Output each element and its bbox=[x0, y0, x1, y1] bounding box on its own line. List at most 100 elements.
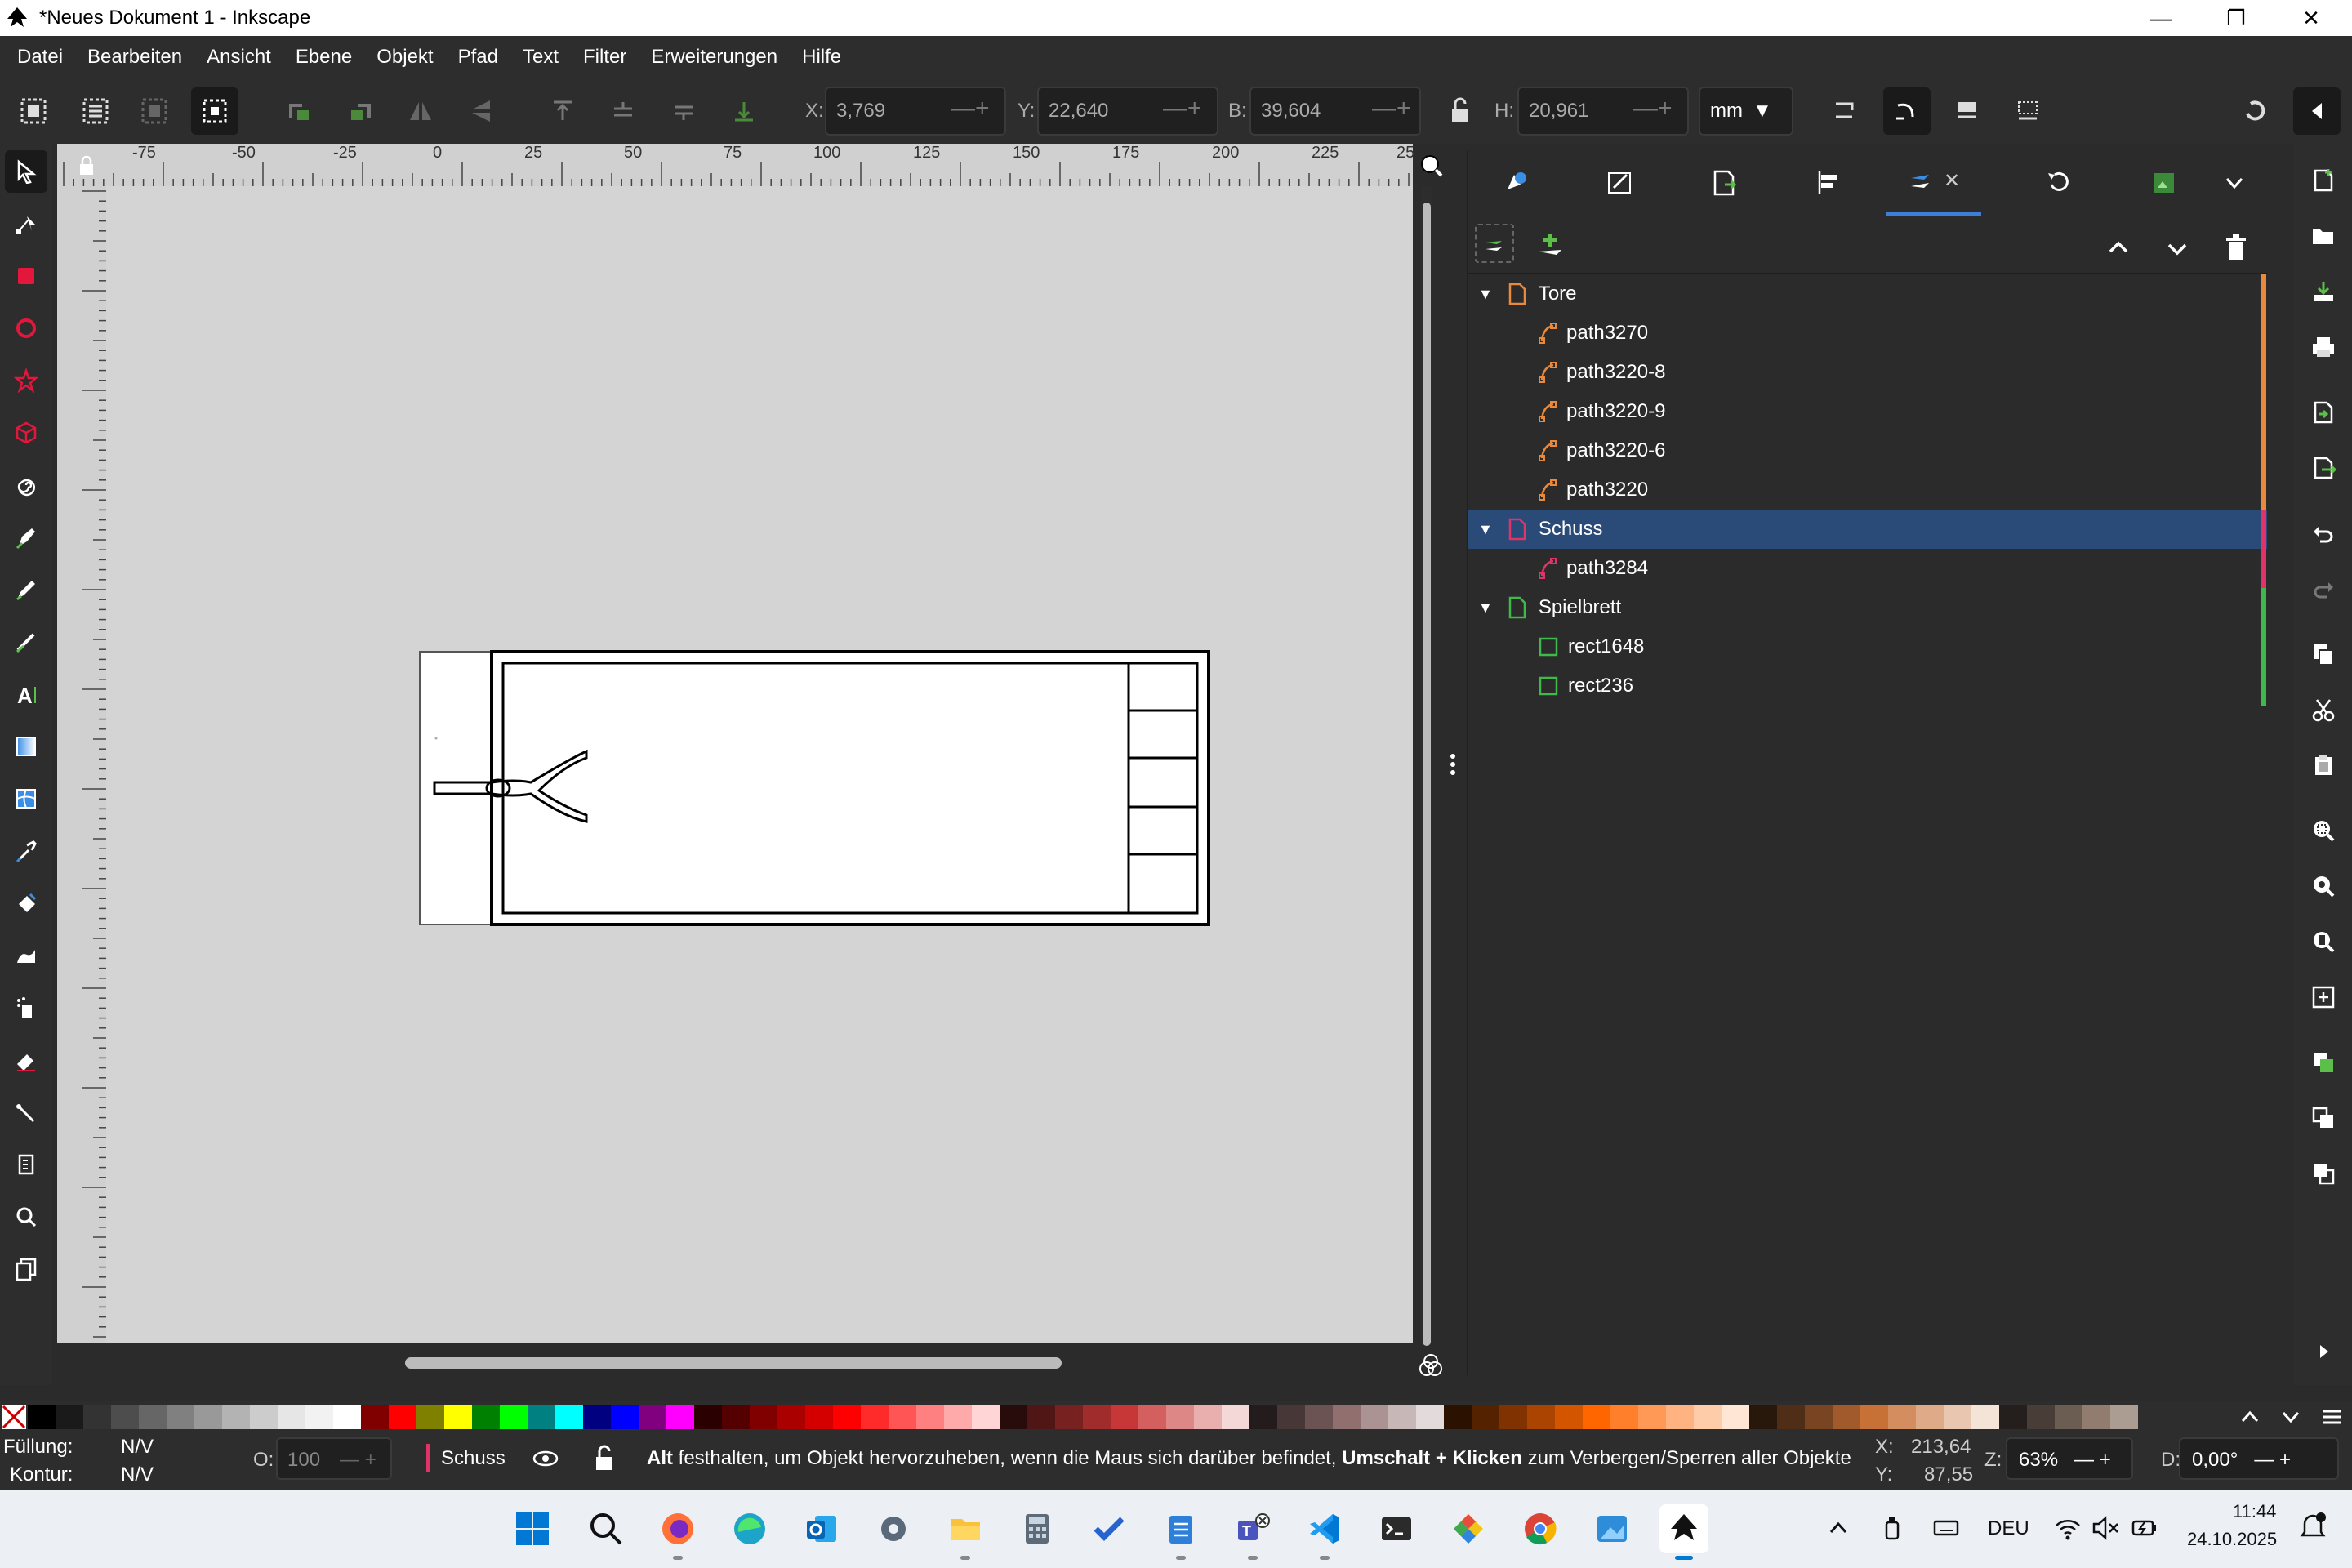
stroke-value[interactable]: N/V bbox=[121, 1463, 154, 1486]
teams-icon[interactable]: T bbox=[1228, 1504, 1277, 1560]
color-swatch[interactable] bbox=[139, 1405, 167, 1429]
fill-value[interactable]: N/V bbox=[121, 1436, 154, 1459]
color-swatch[interactable] bbox=[1860, 1405, 1888, 1429]
zoom-center-page-icon[interactable] bbox=[2305, 978, 2342, 1016]
color-swatch[interactable] bbox=[1194, 1405, 1222, 1429]
calculator-icon[interactable] bbox=[1013, 1504, 1062, 1553]
color-swatch[interactable] bbox=[1250, 1405, 1277, 1429]
horizontal-ruler[interactable]: -75 -50 -25 0 25 50 75 100 125 150 175 2… bbox=[57, 144, 1414, 186]
usb-icon[interactable] bbox=[1880, 1514, 1904, 1542]
color-swatch[interactable] bbox=[1138, 1405, 1166, 1429]
maximize-button[interactable]: ❐ bbox=[2198, 0, 2274, 36]
notepad-icon[interactable] bbox=[1156, 1504, 1205, 1560]
tab-undo-history[interactable] bbox=[2012, 150, 2107, 216]
notifications-icon[interactable] bbox=[2296, 1509, 2329, 1544]
open-icon[interactable] bbox=[2305, 217, 2342, 255]
horizontal-scrollbar[interactable] bbox=[405, 1357, 1062, 1369]
color-swatch[interactable] bbox=[666, 1405, 694, 1429]
menu-datei[interactable]: Datei bbox=[5, 46, 75, 69]
x-stepper[interactable]: —+ bbox=[951, 95, 990, 122]
tab-align[interactable] bbox=[1782, 150, 1877, 216]
color-swatch[interactable] bbox=[1722, 1405, 1749, 1429]
no-paint-swatch[interactable] bbox=[2, 1405, 26, 1429]
layer-row-spielbrett[interactable]: ▼ Spielbrett bbox=[1468, 588, 2267, 627]
layer-toggle-icon[interactable] bbox=[1475, 224, 1514, 263]
guide-lock-icon[interactable] bbox=[78, 155, 95, 176]
color-swatch[interactable] bbox=[833, 1405, 861, 1429]
color-swatch[interactable] bbox=[1638, 1405, 1666, 1429]
color-swatch[interactable] bbox=[361, 1405, 389, 1429]
dropper-tool-icon[interactable] bbox=[5, 830, 47, 872]
move-patterns-icon[interactable] bbox=[2004, 87, 2051, 135]
color-swatch[interactable] bbox=[916, 1405, 944, 1429]
new-document-icon[interactable] bbox=[2305, 162, 2342, 199]
search-icon[interactable] bbox=[581, 1504, 630, 1553]
file-explorer-icon[interactable] bbox=[941, 1504, 990, 1560]
color-swatch[interactable] bbox=[1777, 1405, 1805, 1429]
keyboard-icon[interactable] bbox=[1932, 1514, 1960, 1542]
expand-arrow-icon[interactable]: ▼ bbox=[1478, 521, 1493, 538]
color-swatch[interactable] bbox=[1083, 1405, 1111, 1429]
color-swatch[interactable] bbox=[1361, 1405, 1388, 1429]
calligraphy-tool-icon[interactable] bbox=[5, 621, 47, 663]
show-hidden-icons-icon[interactable] bbox=[1826, 1516, 1851, 1540]
drawing-canvas[interactable] bbox=[106, 186, 1413, 1343]
close-tab-icon[interactable]: ✕ bbox=[1944, 169, 1960, 193]
duplicate-icon[interactable] bbox=[2305, 1044, 2342, 1081]
object-row[interactable]: rect1648 bbox=[1468, 627, 2267, 666]
gradient-tool-icon[interactable] bbox=[5, 725, 47, 768]
color-swatch[interactable] bbox=[472, 1405, 500, 1429]
color-swatch[interactable] bbox=[1916, 1405, 1944, 1429]
vertical-ruler[interactable] bbox=[57, 186, 106, 1343]
palette-scroll-down-icon[interactable] bbox=[2278, 1405, 2303, 1429]
color-swatch[interactable] bbox=[1388, 1405, 1416, 1429]
connector-tool-icon[interactable] bbox=[5, 1091, 47, 1134]
inkscape-taskbar-icon[interactable] bbox=[1659, 1504, 1708, 1560]
color-swatch[interactable] bbox=[1583, 1405, 1610, 1429]
select-all-layers-icon[interactable] bbox=[72, 87, 119, 135]
unlink-clone-icon[interactable] bbox=[2305, 1155, 2342, 1192]
raise-icon[interactable] bbox=[599, 87, 647, 135]
save-icon[interactable] bbox=[2305, 273, 2342, 310]
raise-to-top-icon[interactable] bbox=[539, 87, 586, 135]
wifi-icon[interactable] bbox=[2053, 1514, 2082, 1542]
color-swatch[interactable] bbox=[722, 1405, 750, 1429]
zoom-page-icon[interactable] bbox=[2305, 923, 2342, 960]
color-swatch[interactable] bbox=[389, 1405, 416, 1429]
pen-tool-icon[interactable] bbox=[5, 516, 47, 559]
more-commands-icon[interactable] bbox=[2305, 1333, 2342, 1370]
tab-document-properties[interactable] bbox=[1677, 150, 1772, 216]
panel-tabs-overflow[interactable] bbox=[2203, 150, 2265, 216]
color-swatch[interactable] bbox=[1971, 1405, 1999, 1429]
color-swatch[interactable] bbox=[889, 1405, 916, 1429]
color-swatch[interactable] bbox=[1888, 1405, 1916, 1429]
object-row[interactable]: path3270 bbox=[1468, 314, 2267, 353]
object-row[interactable]: rect236 bbox=[1468, 666, 2267, 706]
color-swatch[interactable] bbox=[1444, 1405, 1472, 1429]
color-swatch[interactable] bbox=[1694, 1405, 1722, 1429]
text-tool-icon[interactable]: A bbox=[5, 673, 47, 715]
color-swatch[interactable] bbox=[305, 1405, 333, 1429]
color-swatch[interactable] bbox=[861, 1405, 889, 1429]
color-swatch[interactable] bbox=[528, 1405, 555, 1429]
color-swatch[interactable] bbox=[28, 1405, 56, 1429]
object-row[interactable]: path3220 bbox=[1468, 470, 2267, 510]
tweak-tool-icon[interactable] bbox=[5, 934, 47, 977]
color-swatch[interactable] bbox=[444, 1405, 472, 1429]
menu-ansicht[interactable]: Ansicht bbox=[194, 46, 283, 69]
color-swatch[interactable] bbox=[1333, 1405, 1361, 1429]
color-swatch[interactable] bbox=[250, 1405, 278, 1429]
export-icon[interactable] bbox=[2305, 449, 2342, 487]
move-layer-down-icon[interactable] bbox=[2161, 232, 2194, 265]
color-swatch[interactable] bbox=[1944, 1405, 1971, 1429]
panel-resize-handle[interactable] bbox=[1449, 750, 1457, 779]
add-layer-icon[interactable] bbox=[1534, 229, 1566, 261]
zoom-tool-icon[interactable] bbox=[5, 1196, 47, 1238]
color-swatch[interactable] bbox=[972, 1405, 1000, 1429]
y-stepper[interactable]: —+ bbox=[1163, 95, 1202, 122]
close-button[interactable]: ✕ bbox=[2274, 0, 2349, 36]
lower-icon[interactable] bbox=[660, 87, 707, 135]
current-layer[interactable]: Schuss bbox=[441, 1447, 506, 1470]
menu-ebene[interactable]: Ebene bbox=[283, 46, 364, 69]
color-swatch[interactable] bbox=[1277, 1405, 1305, 1429]
